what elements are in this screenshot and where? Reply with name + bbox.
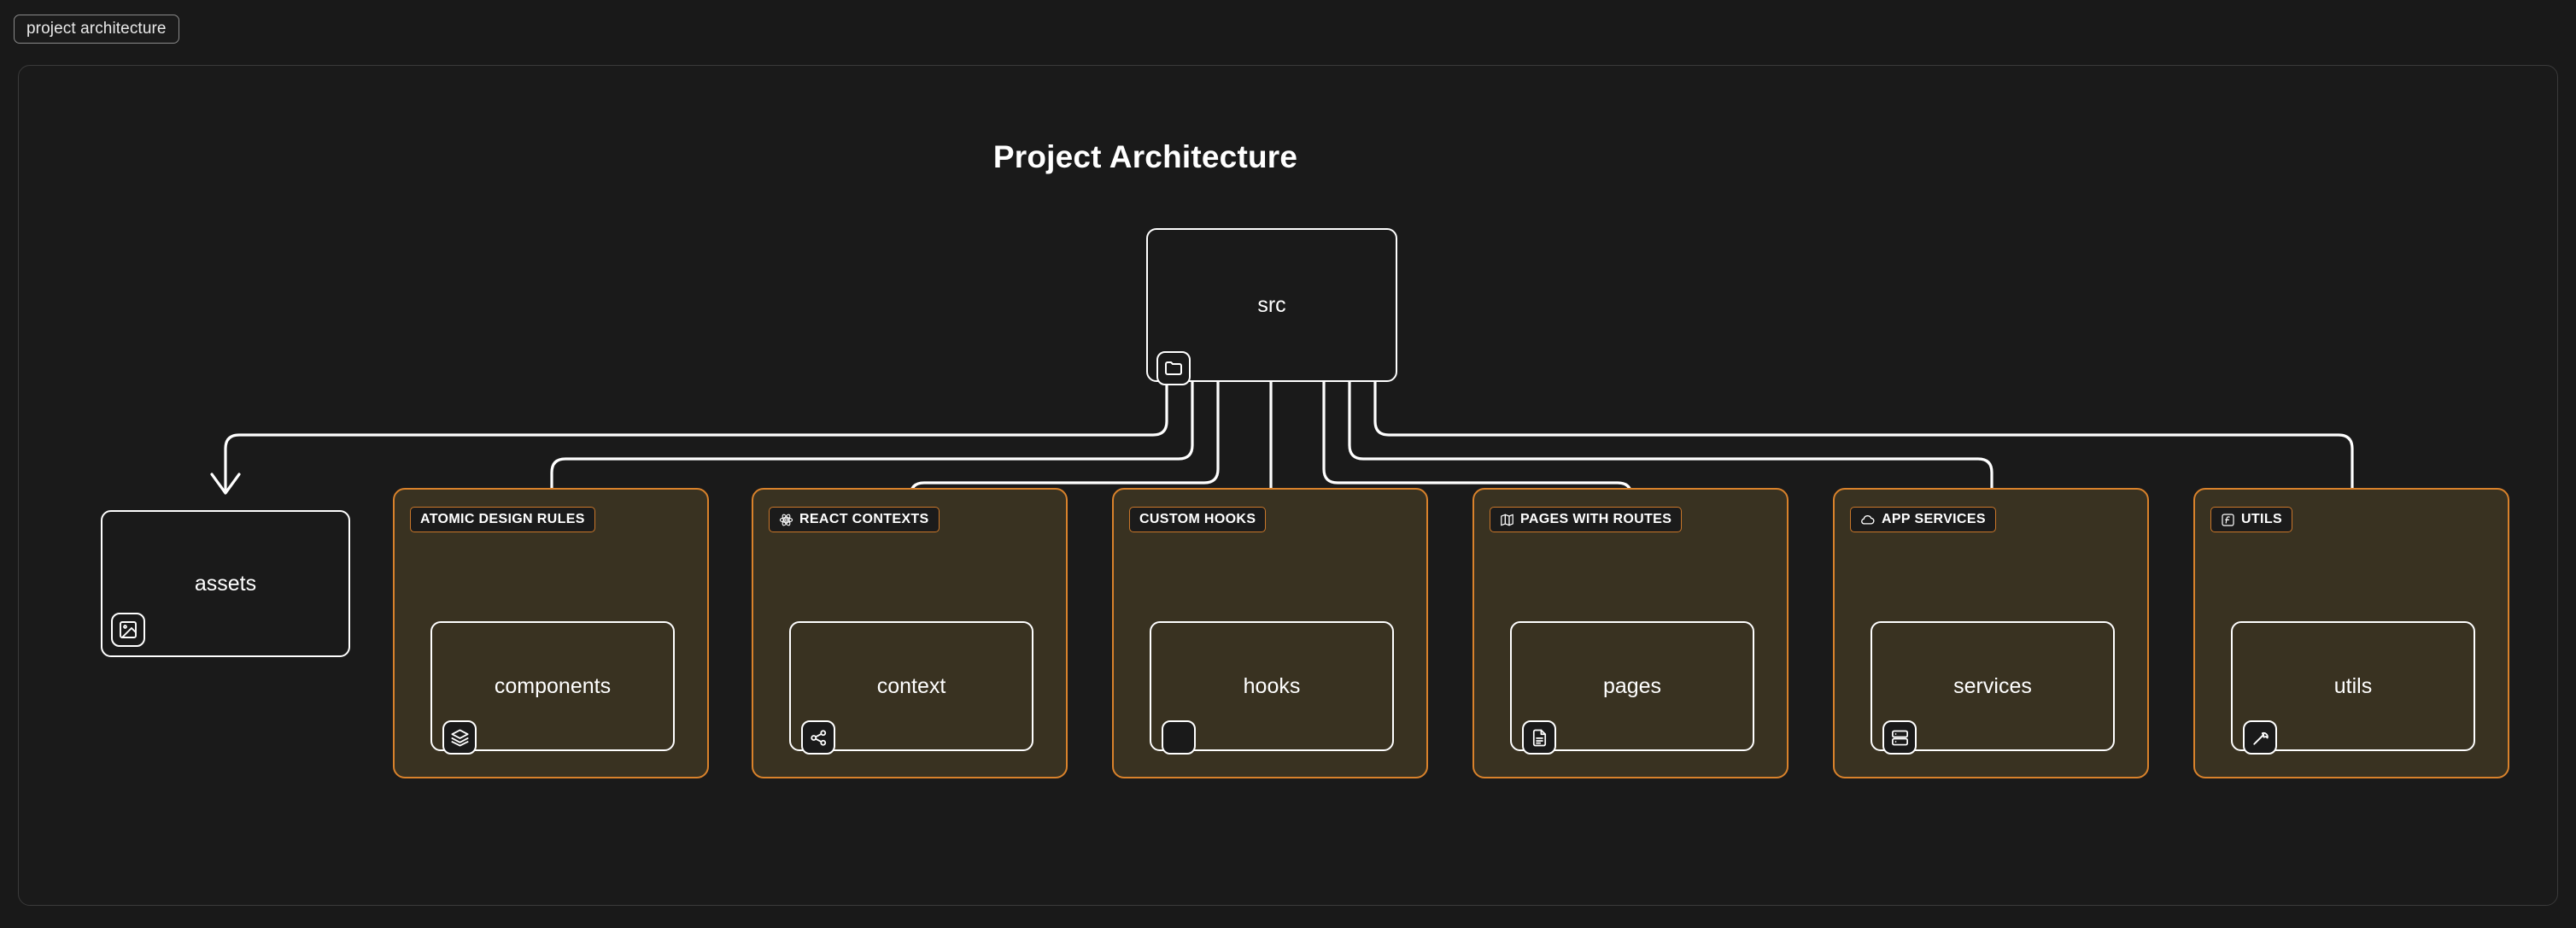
node-utils-label: utils — [2333, 673, 2373, 698]
cloud-icon — [1860, 512, 1876, 527]
group-utils-label: UTILS — [2210, 507, 2292, 532]
share-network-icon — [801, 720, 835, 755]
group-hooks-label: CUSTOM HOOKS — [1129, 507, 1267, 532]
diagram-canvas[interactable]: Project Architecture src assets ATOMIC D… — [18, 65, 2558, 906]
node-src-label: src — [1257, 292, 1286, 317]
map-icon — [1500, 513, 1514, 527]
tab-project-architecture[interactable]: project architecture — [14, 15, 179, 44]
group-context-label-text: REACT CONTEXTS — [799, 512, 929, 526]
layers-icon — [442, 720, 477, 755]
node-context-label: context — [876, 673, 946, 698]
group-components-label: ATOMIC DESIGN RULES — [410, 507, 595, 532]
node-hooks-label: hooks — [1243, 673, 1301, 698]
node-services-label: services — [1953, 673, 2032, 698]
node-pages-label: pages — [1602, 673, 1662, 698]
edge-layer — [210, 380, 2368, 609]
server-icon — [1882, 720, 1917, 755]
wrench-icon — [2243, 720, 2277, 755]
file-text-icon — [1522, 720, 1556, 755]
node-assets-label: assets — [194, 571, 257, 596]
react-icon — [779, 513, 793, 527]
group-pages-label-text: PAGES WITH ROUTES — [1520, 512, 1672, 526]
blank-icon — [1162, 720, 1196, 755]
function-icon — [2221, 513, 2235, 527]
folder-icon — [1156, 351, 1191, 385]
tab-label: project architecture — [26, 20, 167, 38]
group-utils-label-text: UTILS — [2241, 512, 2282, 526]
tab-bar: project architecture — [0, 0, 2576, 58]
group-context-label: REACT CONTEXTS — [769, 507, 940, 532]
group-components-label-text: ATOMIC DESIGN RULES — [420, 512, 585, 526]
group-hooks-label-text: CUSTOM HOOKS — [1139, 512, 1256, 526]
group-services-label-text: APP SERVICES — [1882, 512, 1986, 526]
group-services-label: APP SERVICES — [1850, 507, 1996, 532]
group-pages-label: PAGES WITH ROUTES — [1490, 507, 1683, 532]
edge-src-assets — [224, 380, 1168, 493]
node-components-label: components — [494, 673, 612, 698]
image-icon — [111, 613, 145, 647]
